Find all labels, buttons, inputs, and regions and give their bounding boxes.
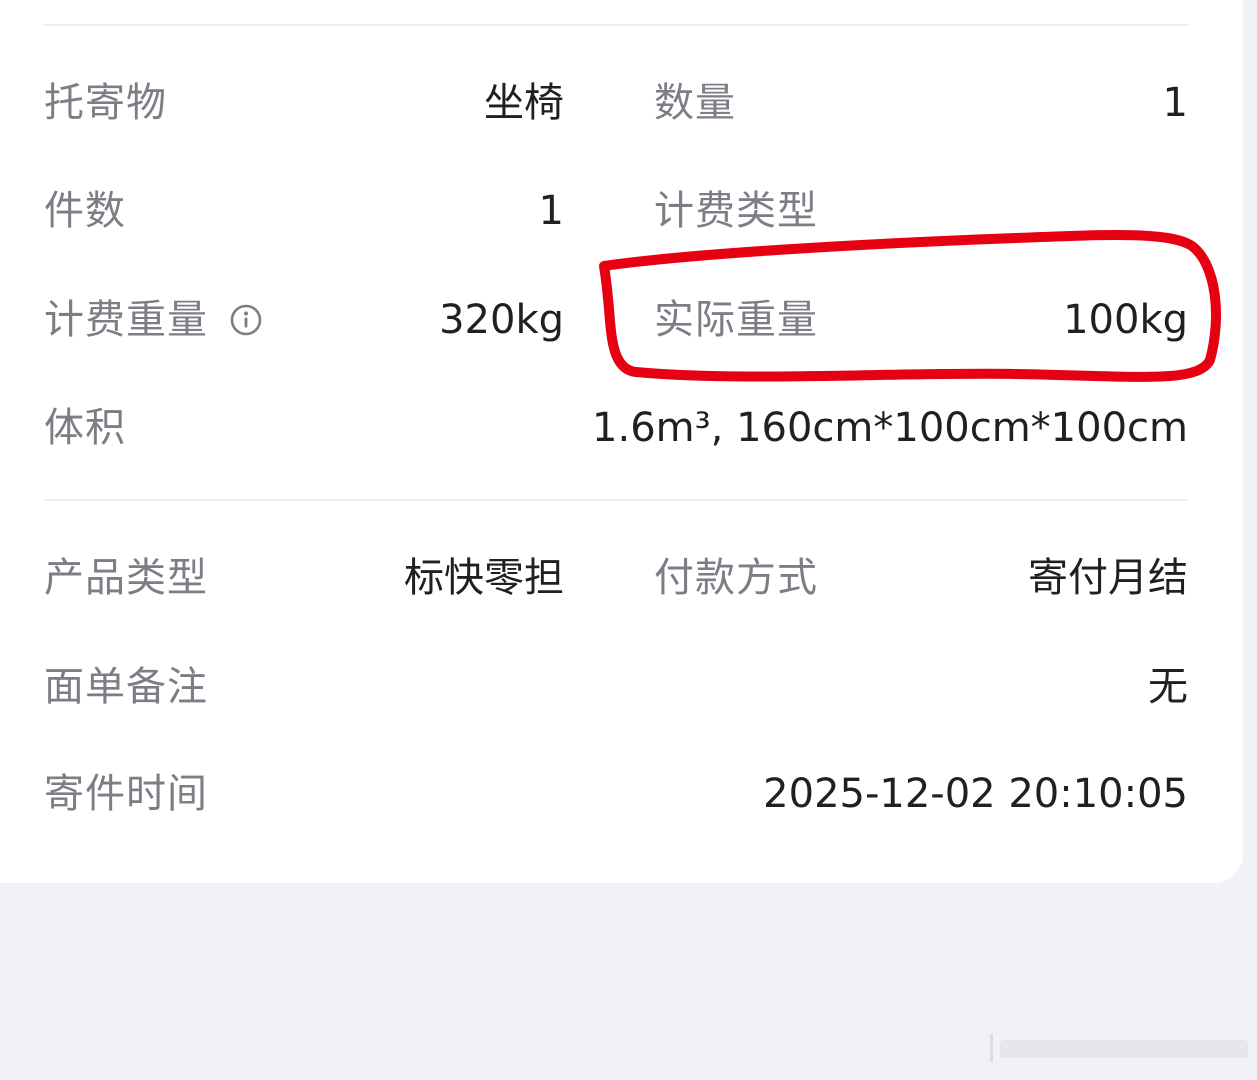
- product-type-value: 标快零担: [404, 555, 564, 601]
- actual-weight-label: 实际重量: [654, 297, 818, 343]
- info-circle-icon[interactable]: [230, 304, 262, 336]
- billing-weight-value: 320kg: [439, 297, 564, 343]
- shipment-detail-card: 托寄物 坐椅 数量 1 件数 1 计费类型 计费重量 320kg 实际重量 10…: [0, 0, 1243, 883]
- page: 托寄物 坐椅 数量 1 件数 1 计费类型 计费重量 320kg 实际重量 10…: [0, 0, 1257, 1080]
- pieces-value: 1: [538, 188, 564, 234]
- send-time-label: 寄件时间: [44, 771, 208, 817]
- payment-label: 付款方式: [654, 555, 818, 601]
- top-divider: [44, 24, 1188, 26]
- item-label: 托寄物: [44, 80, 167, 126]
- billing-type-label: 计费类型: [654, 188, 818, 234]
- product-type-label: 产品类型: [44, 555, 208, 601]
- send-time-value: 2025-12-02 20:10:05: [763, 771, 1188, 817]
- actual-weight-value: 100kg: [1063, 297, 1188, 343]
- remark-label: 面单备注: [44, 664, 208, 710]
- payment-value: 寄付月结: [1028, 555, 1188, 601]
- volume-value: 1.6m³, 160cm*100cm*100cm: [592, 405, 1188, 451]
- billing-weight-label: 计费重量: [44, 297, 208, 343]
- watermark-logo: [990, 1034, 1248, 1062]
- quantity-label: 数量: [654, 80, 736, 126]
- pieces-label: 件数: [44, 188, 126, 234]
- remark-value: 无: [1148, 664, 1188, 710]
- volume-label: 体积: [44, 405, 126, 451]
- quantity-value: 1: [1162, 80, 1188, 126]
- section-divider: [44, 499, 1188, 501]
- item-value: 坐椅: [484, 80, 564, 126]
